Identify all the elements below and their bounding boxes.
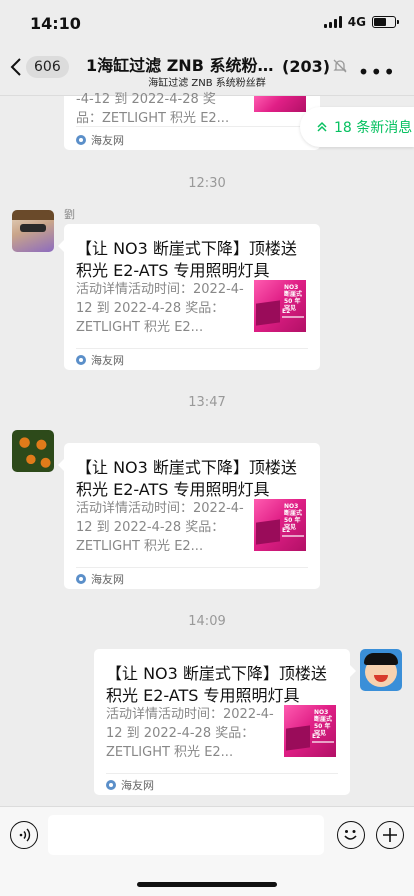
sender-name: 劉: [64, 208, 75, 221]
battery-icon: [372, 16, 399, 28]
card-title: 【让 NO3 断崖式下降】顶楼送积光 E2-ATS 专用照明灯具: [106, 664, 327, 705]
card-title: 【让 NO3 断崖式下降】顶楼送积光 E2-ATS 专用照明灯具: [76, 458, 297, 499]
card-source: 海友网: [76, 571, 124, 587]
card-divider: [106, 773, 338, 774]
source-icon: [106, 780, 116, 790]
new-messages-button[interactable]: 18 条新消息: [300, 107, 414, 147]
source-icon: [76, 135, 86, 145]
emoji-button[interactable]: [337, 821, 365, 849]
card-description: 活动详情活动时间：2022-4-12 到 2022-4-28 奖品：ZETLIG…: [106, 707, 274, 760]
group-name: 1海缸过滤 ZNB 系统粉丝群: [86, 56, 276, 75]
status-bar: 14:10 4G: [0, 0, 414, 44]
source-icon: [76, 355, 86, 365]
chat-title[interactable]: 1海缸过滤 ZNB 系统粉丝群 (203): [86, 52, 336, 76]
signal-icon: [323, 16, 342, 28]
card-description: -4-12 到 2022-4-28 奖 品：ZETLIGHT 积光 E2...: [76, 90, 246, 128]
thumb-label: E2: [282, 527, 291, 534]
message-card[interactable]: 【让 NO3 断崖式下降】顶楼送积光 E2-ATS 专用照明灯具 活动详情活动时…: [58, 443, 320, 589]
status-indicators: 4G: [323, 15, 399, 29]
thumb-label: E2: [312, 733, 321, 740]
timestamp: 12:30: [188, 176, 226, 191]
home-indicator[interactable]: [137, 882, 277, 887]
source-name: 海友网: [91, 134, 124, 147]
message-card[interactable]: -4-12 到 2022-4-28 奖 品：ZETLIGHT 积光 E2... …: [64, 92, 320, 150]
source-name: 海友网: [121, 779, 154, 792]
voice-icon: [19, 828, 31, 842]
card-desc-line: -4-12 到 2022-4-28 奖: [76, 92, 216, 107]
plus-icon[interactable]: [376, 821, 404, 849]
message-card[interactable]: 【让 NO3 断崖式下降】顶楼送积光 E2-ATS 专用照明灯具 活动详情活动时…: [94, 649, 356, 795]
bell-off-icon: [333, 59, 347, 73]
network-type: 4G: [347, 15, 366, 29]
card-source: 海友网: [106, 777, 154, 793]
timestamp: 14:09: [188, 614, 226, 629]
thumb-label: E2: [282, 308, 291, 315]
card-description: 活动详情活动时间：2022-4-12 到 2022-4-28 奖品：ZETLIG…: [76, 501, 244, 554]
status-time: 14:10: [30, 14, 81, 33]
message-card[interactable]: 【让 NO3 断崖式下降】顶楼送积光 E2-ATS 专用照明灯具 活动详情活动时…: [58, 224, 320, 370]
avatar[interactable]: [12, 430, 54, 472]
timestamp: 13:47: [188, 395, 226, 410]
card-source: 海友网: [76, 352, 124, 368]
source-icon: [76, 574, 86, 584]
double-chevron-up-icon: [317, 121, 327, 132]
card-divider: [76, 126, 308, 127]
plus-glyph: [383, 828, 397, 842]
chat-header: 606 1海缸过滤 ZNB 系统粉丝群 (203) ••• 海缸过滤 ZNB 系统…: [0, 44, 414, 96]
source-name: 海友网: [91, 354, 124, 367]
voice-input-button[interactable]: [10, 821, 38, 849]
source-name: 海友网: [91, 573, 124, 586]
card-thumbnail: NO3 断崖式 50 年罕见 E2: [254, 280, 306, 332]
card-divider: [76, 348, 308, 349]
card-thumbnail: NO3 断崖式 50 年罕见 E2: [284, 705, 336, 757]
card-source: 海友网: [76, 132, 124, 148]
smiley-icon: [344, 830, 357, 840]
message-input[interactable]: [48, 815, 324, 855]
chat-subtitle: 海缸过滤 ZNB 系统粉丝群: [148, 78, 266, 89]
card-description: 活动详情活动时间：2022-4-12 到 2022-4-28 奖品：ZETLIG…: [76, 282, 244, 335]
card-thumbnail: NO3 断崖式 50 年罕见 E2: [254, 499, 306, 551]
card-divider: [76, 567, 308, 568]
card-thumbnail: [254, 96, 306, 112]
avatar[interactable]: [12, 210, 54, 252]
new-messages-label: 18 条新消息: [334, 120, 413, 136]
avatar[interactable]: [360, 649, 402, 691]
card-title: 【让 NO3 断崖式下降】顶楼送积光 E2-ATS 专用照明灯具: [76, 239, 297, 280]
